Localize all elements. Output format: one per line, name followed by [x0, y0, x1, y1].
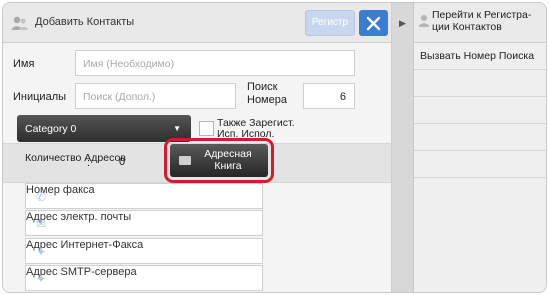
name-placeholder: Имя (Необходимо) [83, 58, 175, 70]
also-register-label: Также Зарегист. Исп. Испол. [217, 118, 295, 140]
search-number-value: 6 [339, 91, 346, 103]
address-count-value: 0 [119, 156, 126, 168]
address-book-button[interactable]: Адресная Книга [170, 144, 268, 177]
address-book-label: Адресная Книга [204, 148, 252, 172]
email-field[interactable]: ✉ Адрес электр. почты [25, 210, 263, 236]
initials-field[interactable]: Поиск (Допол.) [75, 83, 236, 109]
name-label: Имя [13, 58, 35, 70]
name-field[interactable]: Имя (Необходимо) [75, 50, 355, 76]
panel-toggle-strip[interactable]: ▶ [392, 3, 414, 292]
fax-number-field[interactable]: ✆ Номер факса [25, 183, 263, 209]
list-item [414, 151, 546, 178]
ifax-field[interactable]: ✦ Адрес Интернет-Факса [25, 238, 263, 264]
call-search-number[interactable]: Вызвать Номер Поиска [414, 43, 546, 70]
chevron-down-icon: ▼ [173, 124, 181, 133]
address-count-colon: : [87, 157, 91, 169]
contact-icon [419, 15, 429, 27]
app-frame: Добавить Контакты Регистр Имя Имя (Необх… [2, 2, 547, 293]
smtp-field[interactable]: ✦ Адрес SMTP-сервера [25, 265, 263, 291]
goto-contact-registration-label: Перейти к Регистра- ции Контактов [432, 9, 532, 33]
call-search-number-label: Вызвать Номер Поиска [420, 50, 535, 62]
smtp-icon: ✦ [35, 272, 47, 286]
search-number-field[interactable]: 6 [303, 83, 355, 109]
page-title: Добавить Контакты [35, 16, 135, 28]
action-list: Перейти к Регистра- ции Контактов Вызват… [414, 3, 546, 292]
address-book-icon [179, 156, 191, 165]
category-select[interactable]: Category 0 ▼ [17, 115, 191, 142]
initials-placeholder: Поиск (Допол.) [83, 91, 156, 103]
email-icon: ✉ [35, 217, 47, 231]
contacts-icon [12, 16, 28, 30]
close-icon [366, 16, 381, 31]
goto-contact-registration[interactable]: Перейти к Регистра- ции Контактов [414, 3, 546, 43]
address-count-label: Количество Адресов [25, 152, 126, 164]
right-panel: ▶ Перейти к Регистра- ции Контактов Вызв… [391, 3, 546, 292]
title-bar: Добавить Контакты Регистр [3, 3, 391, 43]
list-item [414, 97, 546, 124]
ifax-icon: ✦ [35, 245, 47, 259]
register-button[interactable]: Регистр [305, 10, 355, 36]
category-value: Category 0 [25, 123, 77, 135]
phone-icon: ✆ [35, 190, 47, 204]
list-item [414, 70, 546, 97]
also-register-checkbox[interactable] [199, 121, 214, 136]
close-button[interactable] [359, 10, 388, 36]
list-item [414, 124, 546, 151]
search-number-label: Поиск Номера [247, 81, 287, 106]
initials-label: Инициалы [13, 91, 67, 103]
expand-arrow-icon: ▶ [399, 18, 406, 28]
main-panel: Добавить Контакты Регистр Имя Имя (Необх… [3, 3, 391, 292]
